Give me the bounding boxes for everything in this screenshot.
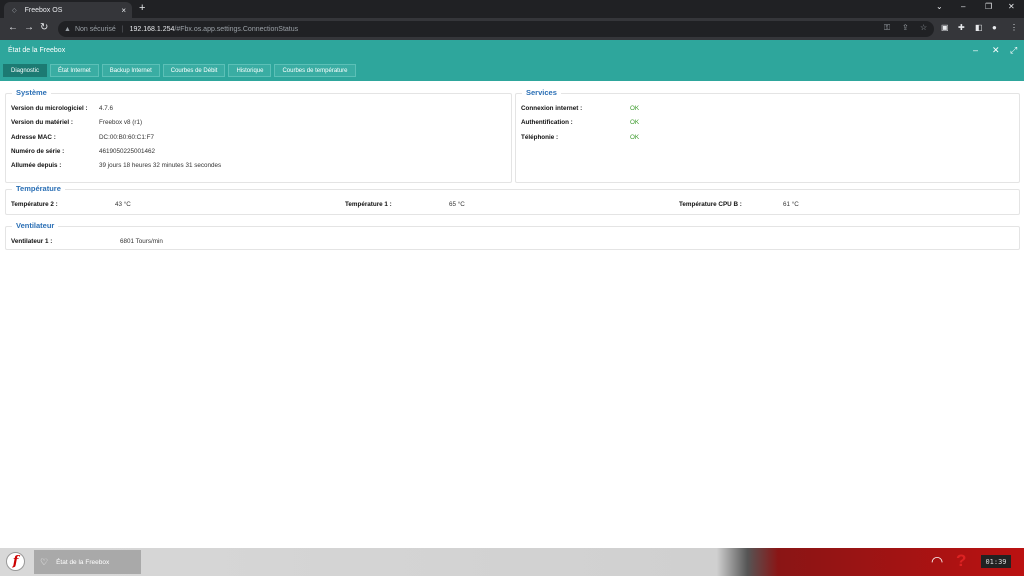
firmware-label: Version du micrologiciel :: [11, 105, 88, 112]
tab-courbes-debit[interactable]: Courbes de Débit: [162, 64, 226, 77]
temp2-label: Température 2 :: [11, 201, 58, 208]
fan1-value: 6801 Tours/min: [120, 238, 163, 245]
taskbar-clock: 01:39: [981, 555, 1011, 568]
firmware-value: 4.7.6: [99, 105, 114, 112]
window-close-icon[interactable]: ✕: [1008, 2, 1015, 11]
app-minimize-icon[interactable]: –: [973, 45, 978, 55]
mac-label: Adresse MAC :: [11, 134, 56, 141]
ventilateur-panel: Ventilateur Ventilateur 1 : 6801 Tours/m…: [5, 221, 1020, 250]
tab-historique[interactable]: Historique: [228, 64, 272, 77]
uptime-label: Allumée depuis :: [11, 162, 62, 169]
minimize-icon[interactable]: –: [961, 2, 965, 11]
app-title: État de la Freebox: [8, 47, 66, 54]
temp-cpu-b-label: Température CPU B :: [679, 201, 742, 208]
menu-icon[interactable]: ⋮: [1010, 23, 1018, 32]
auth-status: OK: [630, 119, 640, 126]
serial-value: 4619050225001462: [99, 148, 156, 155]
telephony-status: OK: [630, 134, 640, 141]
forward-icon[interactable]: →: [24, 22, 34, 33]
taskbar: f ♡ État de la Freebox ◠ ? 01:39: [0, 548, 1024, 576]
app-header: État de la Freebox – ✕ ⤢ Diagnostic État…: [0, 40, 1024, 81]
hardware-value: Freebox v8 (r1): [99, 119, 143, 126]
tab-diagnostic[interactable]: Diagnostic: [3, 64, 48, 77]
systeme-title: Système: [12, 88, 51, 97]
internet-status: OK: [630, 105, 640, 112]
share-icon[interactable]: ⇪: [902, 23, 909, 32]
reload-icon[interactable]: ↻: [40, 22, 48, 33]
browser-tab-strip: ◇ Freebox OS × + ⌄ – ❐ ✕: [0, 0, 1024, 18]
heart-rate-icon: ♡: [40, 556, 49, 567]
telephony-label: Téléphonie :: [521, 134, 559, 141]
help-icon[interactable]: ?: [956, 551, 966, 571]
ventilateur-title: Ventilateur: [12, 221, 59, 230]
restore-icon[interactable]: ❐: [985, 2, 992, 11]
url-separator: |: [121, 25, 124, 33]
temp1-label: Température 1 :: [345, 201, 392, 208]
back-icon[interactable]: ←: [8, 22, 18, 33]
auth-label: Authentification :: [521, 119, 573, 126]
warning-icon[interactable]: ▲: [64, 26, 71, 33]
temperature-title: Température: [12, 184, 65, 193]
mac-value: DC:00:B0:60:C1:F7: [99, 134, 154, 141]
temp2-value: 43 °C: [115, 201, 131, 208]
favicon-icon: ◇: [12, 7, 17, 14]
taskbar-window-item[interactable]: ♡ État de la Freebox: [34, 550, 141, 574]
tab-close-icon[interactable]: ×: [121, 6, 126, 15]
freebox-logo-icon[interactable]: f: [6, 552, 25, 571]
url-path: /#Fbx.os.app.settings.ConnectionStatus: [174, 25, 299, 33]
internet-label: Connexion internet :: [521, 105, 583, 112]
taskbar-window-label: État de la Freebox: [56, 558, 110, 566]
url-host: 192.168.1.254: [129, 25, 175, 33]
app-collapse-icon[interactable]: ✕: [992, 45, 1000, 56]
extension-icon[interactable]: ▣: [941, 23, 949, 32]
serial-label: Numéro de série :: [11, 148, 65, 155]
puzzle-icon[interactable]: ✚: [958, 23, 965, 32]
app-maximize-icon[interactable]: ⤢: [1010, 45, 1017, 56]
security-label[interactable]: Non sécurisé: [75, 26, 116, 33]
key-icon[interactable]: ⚿: [884, 23, 890, 33]
hardware-label: Version du matériel :: [11, 119, 73, 126]
profile-icon[interactable]: ●: [992, 23, 997, 32]
temp-cpu-b-value: 61 °C: [783, 201, 799, 208]
new-tab-button[interactable]: +: [139, 2, 145, 14]
tab-backup-internet[interactable]: Backup Internet: [101, 64, 160, 77]
tab-courbes-temperature[interactable]: Courbes de température: [274, 64, 356, 77]
temperature-panel: Température Température 2 : 43 °C Tempér…: [5, 184, 1020, 215]
browser-tab[interactable]: ◇ Freebox OS ×: [4, 2, 132, 18]
services-title: Services: [522, 88, 561, 97]
address-bar[interactable]: ▲ Non sécurisé | 192.168.1.254 /#Fbx.os.…: [58, 21, 934, 37]
app-tabs: Diagnostic État Internet Backup Internet…: [3, 64, 356, 77]
tab-search-icon[interactable]: ⌄: [936, 2, 943, 11]
systeme-panel: Système Version du micrologiciel : 4.7.6…: [5, 88, 512, 183]
sidepanel-icon[interactable]: ◧: [975, 23, 983, 32]
services-panel: Services Connexion internet : OK Authent…: [515, 88, 1020, 183]
temp1-value: 65 °C: [449, 201, 465, 208]
browser-tab-title: Freebox OS: [24, 6, 63, 14]
uptime-value: 39 jours 18 heures 32 minutes 31 seconde…: [99, 162, 222, 169]
browser-toolbar: ← → ↻ ▲ Non sécurisé | 192.168.1.254 /#F…: [0, 18, 1024, 40]
bookmark-star-icon[interactable]: ☆: [920, 23, 927, 32]
tab-etat-internet[interactable]: État Internet: [50, 64, 99, 77]
wifi-icon[interactable]: ◠: [931, 553, 943, 570]
fan1-label: Ventilateur 1 :: [11, 238, 53, 245]
